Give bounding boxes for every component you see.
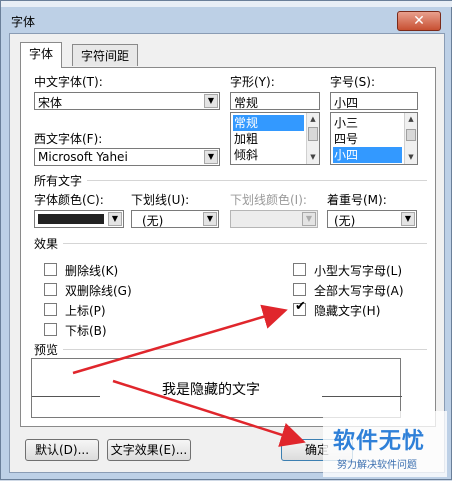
all-text-group-label: 所有文字	[34, 174, 83, 188]
checkmark-icon: ✔	[295, 299, 306, 314]
underline-label: 下划线(U):	[131, 193, 190, 207]
font-size-label: 字号(S):	[330, 75, 376, 89]
tab-font[interactable]: 字体	[20, 42, 63, 68]
all-caps-label: 全部大写字母(A)	[314, 284, 404, 298]
underline-value: (无)	[142, 214, 164, 228]
superscript-checkbox[interactable]	[44, 303, 57, 316]
scroll-up-icon[interactable]: ▲	[406, 114, 416, 125]
western-font-select[interactable]: Microsoft Yahei ▼	[34, 148, 220, 166]
default-button[interactable]: 默认(D)...	[25, 439, 99, 461]
close-button[interactable]: ✕	[397, 11, 441, 31]
title-bar: 字体 ✕	[1, 7, 452, 33]
western-font-value: Microsoft Yahei	[38, 150, 128, 164]
list-item[interactable]: 小四	[333, 147, 402, 163]
font-size-list[interactable]: 小三 四号 小四 ▲ ▼	[330, 112, 418, 165]
chinese-font-value: 宋体	[38, 96, 63, 110]
watermark-subtitle: 努力解决软件问题	[337, 460, 417, 471]
divider	[63, 349, 427, 350]
scrollbar[interactable]: ▲ ▼	[404, 113, 417, 164]
effects-group-label: 效果	[34, 237, 59, 251]
emphasis-mark-value: (无)	[334, 214, 356, 228]
double-strikethrough-checkbox[interactable]	[44, 283, 57, 296]
chevron-down-icon: ▼	[204, 150, 218, 164]
underline-color-select[interactable]: ▼	[230, 210, 318, 228]
chinese-font-select[interactable]: 宋体 ▼	[34, 92, 220, 110]
font-color-label: 字体颜色(C):	[34, 193, 104, 207]
font-style-input[interactable]: 常规	[230, 92, 320, 110]
chevron-down-icon: ▼	[204, 94, 218, 108]
strikethrough-label: 删除线(K)	[65, 264, 119, 278]
list-item[interactable]: 常规	[233, 115, 304, 131]
list-item[interactable]: 倾斜	[233, 147, 258, 163]
superscript-label: 上标(P)	[65, 304, 106, 318]
hidden-text-checkbox[interactable]: ✔	[293, 299, 306, 316]
color-swatch	[38, 214, 104, 224]
tab-character-spacing[interactable]: 字符间距	[72, 44, 139, 66]
close-icon: ✕	[413, 13, 425, 29]
preview-sample-text: 我是隐藏的文字	[162, 382, 260, 398]
preview-baseline-right	[322, 396, 402, 397]
preview-baseline-left	[32, 396, 100, 397]
chevron-down-icon: ▼	[401, 212, 415, 226]
list-item[interactable]: 小三	[333, 115, 358, 131]
preview-box: 我是隐藏的文字	[31, 358, 402, 418]
small-caps-label: 小型大写字母(L)	[314, 264, 403, 278]
font-style-value: 常规	[234, 96, 259, 110]
scrollbar[interactable]: ▲ ▼	[306, 113, 319, 164]
western-font-label: 西文字体(F):	[34, 132, 103, 146]
dialog-title: 字体	[11, 15, 36, 29]
scroll-thumb[interactable]	[308, 127, 318, 141]
chinese-font-label: 中文字体(T):	[34, 75, 103, 89]
font-color-select[interactable]: ▼	[34, 210, 124, 228]
hidden-text-label: 隐藏文字(H)	[314, 304, 381, 318]
preview-group-label: 预览	[34, 343, 59, 357]
divider	[87, 180, 427, 181]
watermark-logo: 软件无忧 努力解决软件问题	[323, 411, 447, 477]
list-item[interactable]: 四号	[333, 131, 358, 147]
scroll-down-icon[interactable]: ▼	[308, 152, 318, 163]
subscript-label: 下标(B)	[65, 324, 107, 338]
double-strikethrough-label: 双删除线(G)	[65, 284, 132, 298]
chevron-down-icon: ▼	[108, 212, 122, 226]
all-caps-checkbox[interactable]	[293, 283, 306, 296]
watermark-title: 软件无忧	[333, 429, 426, 454]
strikethrough-checkbox[interactable]	[44, 263, 57, 276]
emphasis-mark-select[interactable]: (无) ▼	[327, 210, 417, 228]
scroll-down-icon[interactable]: ▼	[406, 152, 416, 163]
chevron-down-icon: ▼	[203, 212, 217, 226]
font-size-input[interactable]: 小四	[330, 92, 418, 110]
list-item[interactable]: 加粗	[233, 131, 258, 147]
divider	[63, 243, 427, 244]
font-style-list[interactable]: 常规 加粗 倾斜 ▲ ▼	[230, 112, 320, 165]
subscript-checkbox[interactable]	[44, 323, 57, 336]
small-caps-checkbox[interactable]	[293, 263, 306, 276]
chevron-down-icon: ▼	[302, 212, 316, 226]
text-effect-button[interactable]: 文字效果(E)...	[107, 439, 191, 461]
font-style-label: 字形(Y):	[230, 75, 275, 89]
underline-color-label: 下划线颜色(I):	[230, 193, 307, 207]
font-size-value: 小四	[334, 96, 359, 110]
scroll-up-icon[interactable]: ▲	[308, 114, 318, 125]
scroll-thumb[interactable]	[406, 129, 416, 141]
emphasis-mark-label: 着重号(M):	[327, 193, 387, 207]
font-dialog: 字体 ✕ 字体 字符间距 中文字体(T): 宋体 ▼ 西文字体(F): Micr…	[0, 0, 452, 480]
underline-select[interactable]: (无) ▼	[131, 210, 219, 228]
